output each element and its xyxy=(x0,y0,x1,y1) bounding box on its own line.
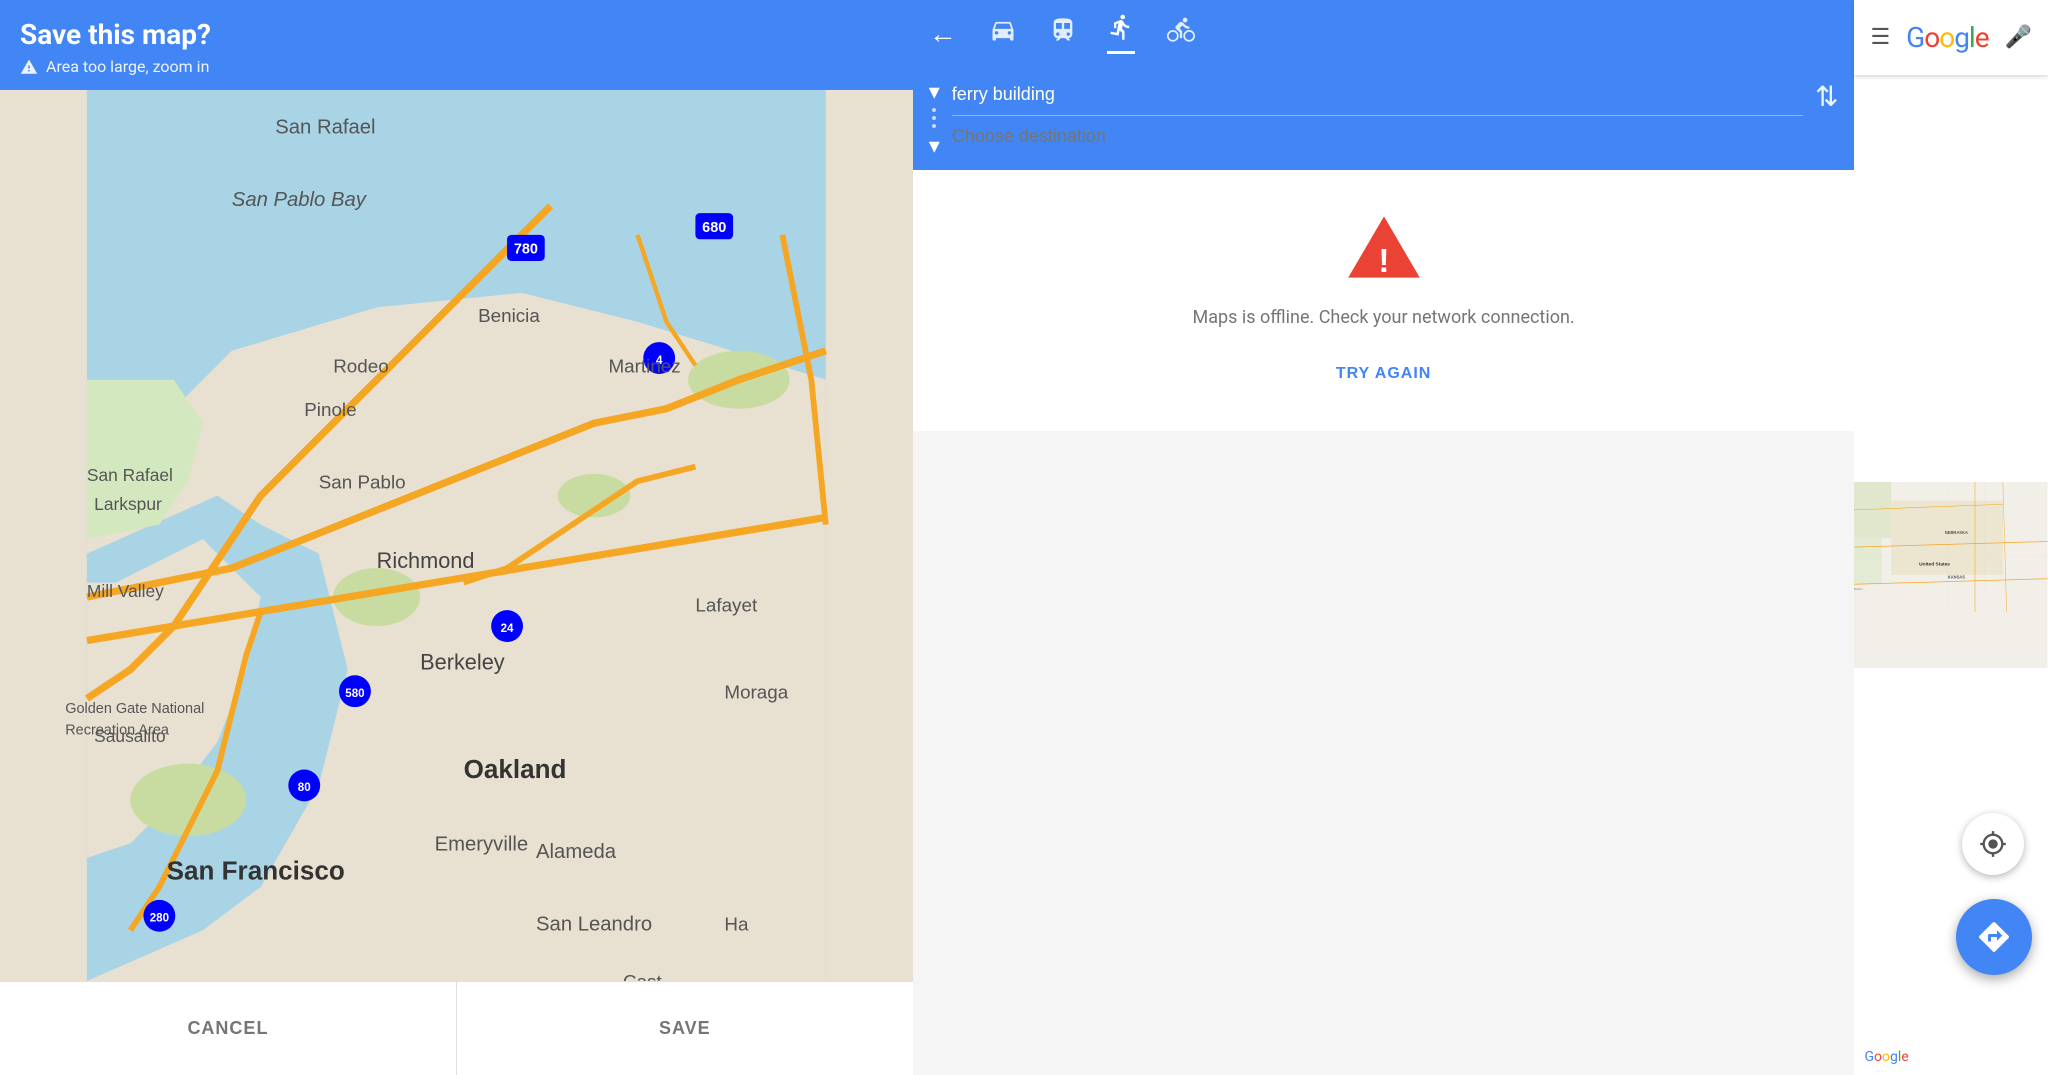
svg-text:San Francisco: San Francisco xyxy=(167,856,345,886)
warning-text: Area too large, zoom in xyxy=(46,57,209,76)
svg-text:San Pablo: San Pablo xyxy=(319,471,406,492)
svg-text:Recreation Area: Recreation Area xyxy=(65,723,170,739)
svg-text:United States: United States xyxy=(1920,562,1951,568)
svg-text:Ha: Ha xyxy=(724,913,749,934)
save-title: Save this map? xyxy=(20,18,893,51)
svg-text:Golden Gate National: Golden Gate National xyxy=(65,701,204,717)
map-area[interactable]: 780 680 580 4 24 80 280 101 San Pablo Ba… xyxy=(0,90,913,981)
bottom-bar: CANCEL SAVE xyxy=(0,981,913,1075)
nav-top-row: ← xyxy=(913,0,1855,66)
swap-directions-button[interactable]: ⇅ xyxy=(1815,74,1838,113)
google-logo: Google xyxy=(1906,21,1988,54)
svg-text:Emeryville: Emeryville xyxy=(435,834,528,856)
svg-text:RADO: RADO xyxy=(1854,587,1863,591)
svg-text:KANSAS: KANSAS xyxy=(1948,575,1966,580)
svg-text:Berkeley: Berkeley xyxy=(420,650,505,675)
destination-pin-icon: ▾ xyxy=(929,136,940,158)
save-warning: Area too large, zoom in xyxy=(20,57,893,76)
svg-text:Pinole: Pinole xyxy=(304,399,356,420)
nav-dots: ▾ ▾ xyxy=(929,74,940,158)
nav-inputs: ▾ ▾ ⇅ xyxy=(913,66,1855,170)
google-watermark: Google xyxy=(1864,1049,1908,1065)
svg-text:Benicia: Benicia xyxy=(478,305,540,326)
my-location-button[interactable] xyxy=(1962,813,2024,875)
destination-row xyxy=(952,116,1803,157)
back-button[interactable]: ← xyxy=(929,17,957,50)
car-mode-button[interactable] xyxy=(987,16,1019,51)
svg-text:Alameda: Alameda xyxy=(536,841,617,863)
svg-text:San Rafael: San Rafael xyxy=(87,465,173,485)
svg-text:Larkspur: Larkspur xyxy=(94,494,162,514)
nav-fields xyxy=(952,74,1803,157)
svg-text:Oakland: Oakland xyxy=(464,754,567,784)
warning-icon xyxy=(20,58,38,76)
nav-dot-2 xyxy=(932,116,936,120)
svg-text:580: 580 xyxy=(345,688,364,700)
far-right-map[interactable]: NEBRASKA KANSAS United States RADO Googl… xyxy=(1854,75,2048,1075)
nav-panel: ← xyxy=(913,0,1855,1075)
nav-dot-3 xyxy=(932,124,936,128)
try-again-button[interactable]: TRY AGAIN xyxy=(1320,357,1448,391)
svg-text:Martinez: Martinez xyxy=(608,356,680,377)
svg-text:80: 80 xyxy=(298,782,311,794)
svg-text:San Pablo Bay: San Pablo Bay xyxy=(232,189,368,211)
error-message: Maps is offline. Check your network conn… xyxy=(1193,304,1575,333)
save-button[interactable]: SAVE xyxy=(457,982,913,1075)
svg-text:NEBRASKA: NEBRASKA xyxy=(1945,530,1968,535)
error-triangle-icon: ! xyxy=(1344,210,1424,280)
svg-text:!: ! xyxy=(1378,243,1389,280)
gray-area xyxy=(913,431,1855,1075)
svg-text:24: 24 xyxy=(501,623,514,635)
nav-dot-1 xyxy=(932,108,936,112)
svg-text:Moraga: Moraga xyxy=(724,681,788,702)
hamburger-menu-icon[interactable]: ☰ xyxy=(1870,25,1890,50)
error-panel: ! Maps is offline. Check your network co… xyxy=(913,170,1855,431)
svg-text:San Rafael: San Rafael xyxy=(275,116,375,138)
walk-mode-button[interactable] xyxy=(1107,12,1135,54)
cancel-button[interactable]: CANCEL xyxy=(0,982,457,1075)
far-right-panel: ☰ Google 🎤 xyxy=(1854,0,2048,1075)
svg-text:Cast: Cast xyxy=(623,971,662,981)
svg-text:280: 280 xyxy=(150,913,169,925)
directions-icon xyxy=(1976,919,2012,955)
microphone-icon[interactable]: 🎤 xyxy=(2005,25,2032,50)
svg-text:Mill Valley: Mill Valley xyxy=(87,581,164,601)
origin-row xyxy=(952,74,1803,116)
bike-mode-button[interactable] xyxy=(1163,16,1199,51)
left-panel: Save this map? Area too large, zoom in xyxy=(0,0,913,1075)
svg-text:780: 780 xyxy=(514,242,538,258)
nav-header: ← xyxy=(913,0,1855,170)
transit-mode-button[interactable] xyxy=(1047,16,1079,51)
svg-text:Lafayet: Lafayet xyxy=(695,595,758,616)
svg-text:San Leandro: San Leandro xyxy=(536,913,652,935)
map-svg: 780 680 580 4 24 80 280 101 San Pablo Ba… xyxy=(0,90,913,981)
svg-text:Rodeo: Rodeo xyxy=(333,356,388,377)
origin-pin-icon: ▾ xyxy=(929,82,940,104)
save-header: Save this map? Area too large, zoom in xyxy=(0,0,913,90)
svg-text:Richmond: Richmond xyxy=(377,548,475,573)
destination-input[interactable] xyxy=(952,126,1803,147)
svg-text:680: 680 xyxy=(702,220,726,236)
location-icon xyxy=(1979,830,2007,858)
origin-input[interactable] xyxy=(952,84,1803,105)
directions-button[interactable] xyxy=(1956,899,2032,975)
google-search-bar: ☰ Google 🎤 xyxy=(1854,0,2048,75)
transport-mode-selector xyxy=(987,12,1199,54)
